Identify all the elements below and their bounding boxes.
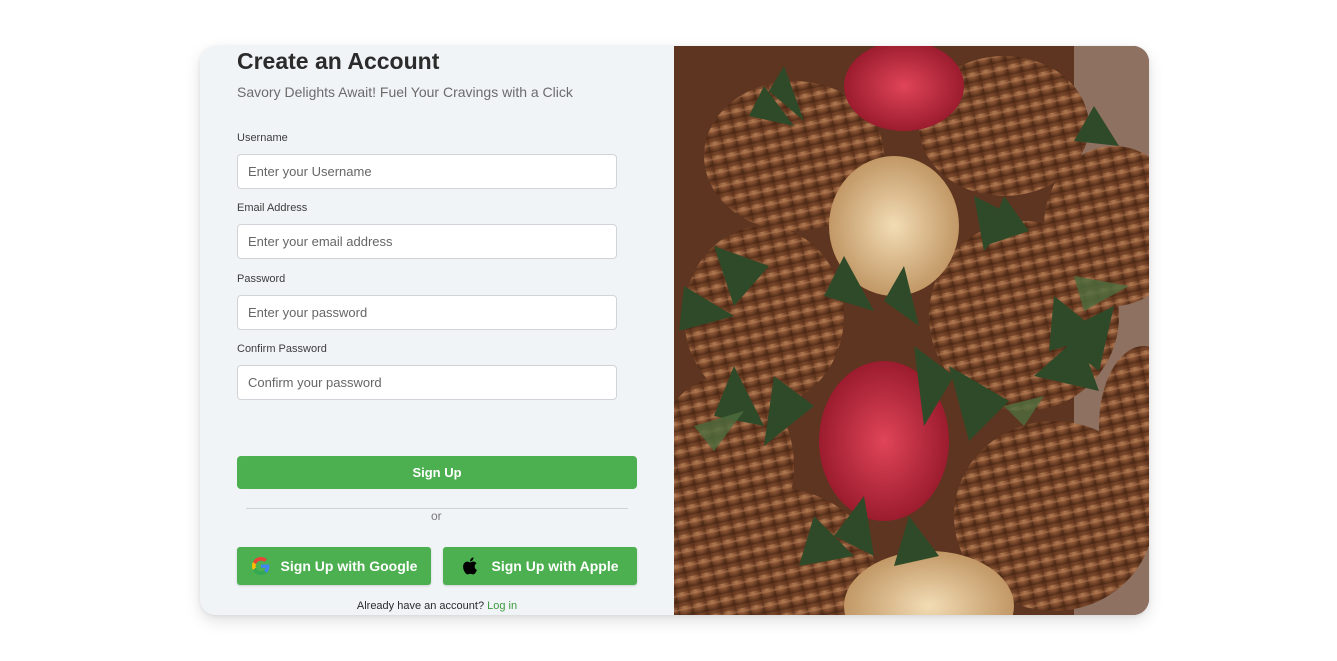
page-title: Create an Account <box>237 48 440 74</box>
password-input[interactable] <box>237 295 617 330</box>
hero-image <box>674 46 1149 615</box>
chocolate-strawberries-image <box>674 46 1149 615</box>
sign-up-apple-button[interactable]: Sign Up with Apple <box>443 547 637 585</box>
email-input[interactable] <box>237 224 617 259</box>
signup-form-panel: Create an Account Savory Delights Await!… <box>200 46 674 615</box>
apple-button-label: Sign Up with Apple <box>491 558 619 574</box>
login-prompt-row: Already have an account? Log in <box>200 600 674 612</box>
apple-icon <box>461 556 481 576</box>
google-button-label: Sign Up with Google <box>280 558 418 574</box>
sign-up-button[interactable]: Sign Up <box>237 456 637 489</box>
confirm-password-label: Confirm Password <box>237 343 327 355</box>
username-label: Username <box>237 132 288 144</box>
email-label: Email Address <box>237 202 308 214</box>
sign-up-google-button[interactable]: Sign Up with Google <box>237 547 431 585</box>
password-label: Password <box>237 273 286 285</box>
divider-or-text: or <box>431 509 442 523</box>
login-prompt-text: Already have an account? <box>356 600 485 612</box>
google-icon <box>251 556 271 576</box>
page-subtitle: Savory Delights Await! Fuel Your Craving… <box>237 84 573 100</box>
signup-card: Create an Account Savory Delights Await!… <box>200 46 1149 615</box>
confirm-password-input[interactable] <box>237 365 617 400</box>
username-input[interactable] <box>237 154 617 189</box>
login-link[interactable]: Log in <box>487 600 517 612</box>
